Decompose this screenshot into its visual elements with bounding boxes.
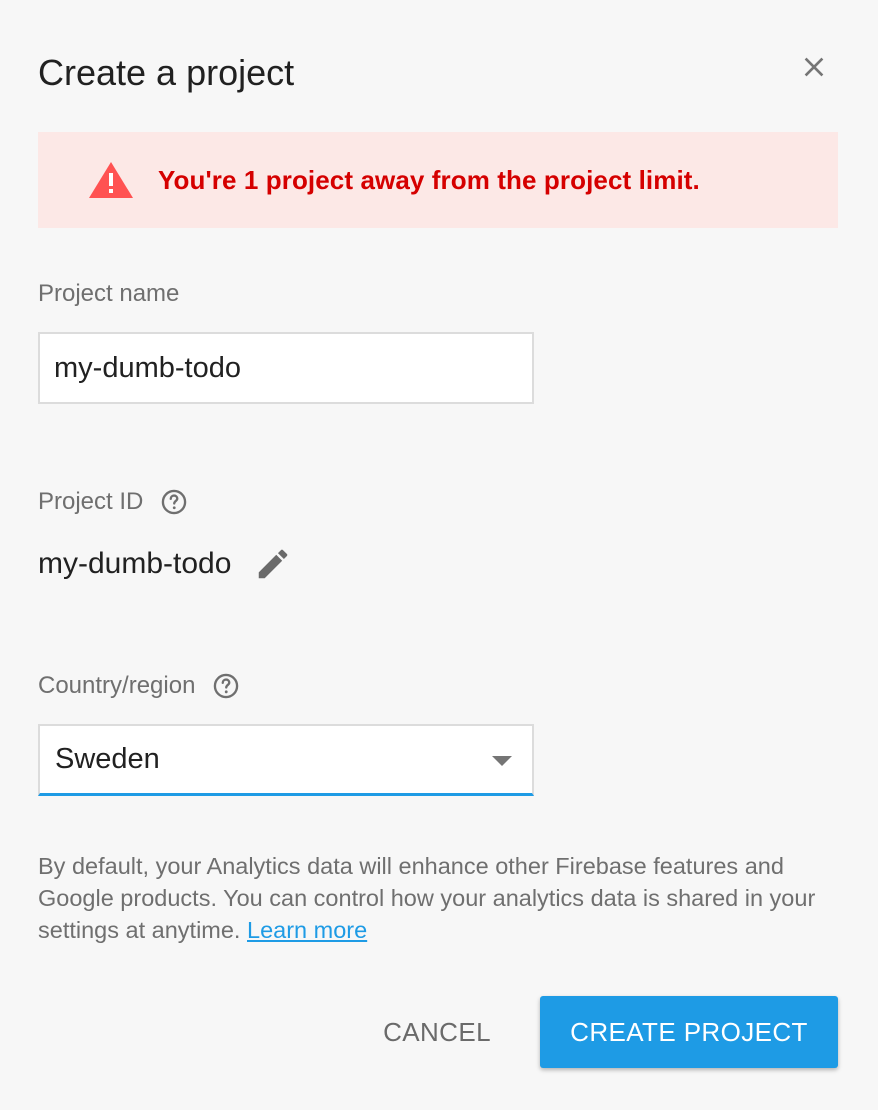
- help-circle-icon[interactable]: [159, 487, 189, 517]
- country-label-text: Country/region: [38, 672, 196, 699]
- analytics-info-body: By default, your Analytics data will enh…: [38, 853, 816, 943]
- warning-triangle-icon: [88, 160, 134, 200]
- project-name-label-text: Project name: [38, 280, 180, 307]
- project-id-value: my-dumb-todo: [38, 547, 232, 580]
- pencil-icon[interactable]: [253, 544, 293, 584]
- learn-more-link[interactable]: Learn more: [247, 917, 367, 943]
- dropdown-arrow-icon: [492, 756, 512, 766]
- project-id-label-text: Project ID: [38, 488, 144, 515]
- country-select[interactable]: Sweden: [38, 724, 534, 796]
- country-selected-value: Sweden: [55, 743, 160, 775]
- close-icon: [798, 51, 830, 88]
- warning-message: You're 1 project away from the project l…: [158, 164, 700, 195]
- dialog-title: Create a project: [38, 52, 295, 93]
- country-label: Country/region: [38, 671, 241, 701]
- create-project-dialog: Create a project You're 1 project away f…: [0, 0, 878, 1110]
- help-circle-icon[interactable]: [211, 671, 241, 701]
- project-name-label: Project name: [38, 280, 179, 308]
- project-id-label: Project ID: [38, 487, 189, 517]
- create-project-button[interactable]: CREATE PROJECT: [540, 996, 838, 1068]
- close-button[interactable]: [790, 45, 838, 93]
- cancel-button[interactable]: CANCEL: [360, 996, 514, 1068]
- project-id-row: my-dumb-todo: [38, 540, 293, 588]
- project-limit-warning: You're 1 project away from the project l…: [38, 132, 838, 228]
- analytics-info-text: By default, your Analytics data will enh…: [38, 850, 848, 946]
- project-name-input[interactable]: [38, 332, 534, 404]
